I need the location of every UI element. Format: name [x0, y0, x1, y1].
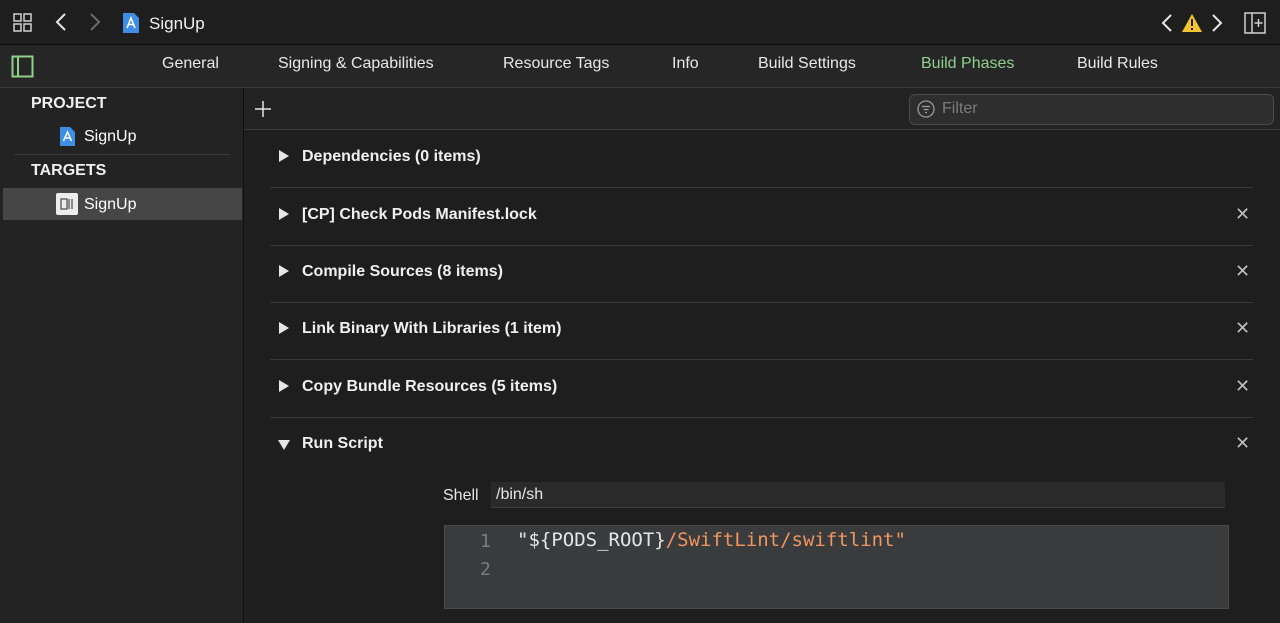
sidebar-toggle-icon[interactable] — [11, 55, 34, 78]
phase-dependencies[interactable]: Dependencies (0 items) — [270, 130, 1253, 188]
window-title: SignUp — [149, 14, 205, 33]
tab-build-phases[interactable]: Build Phases — [921, 55, 1014, 73]
filter-icon — [917, 100, 935, 118]
app-target-icon — [56, 193, 78, 215]
phase-title: [CP] Check Pods Manifest.lock — [302, 206, 537, 223]
phase-run-script[interactable]: Run Script ✕ — [270, 417, 1253, 474]
build-phases-editor: Filter Dependencies (0 items) [CP] Check… — [244, 88, 1280, 623]
disclosure-right-icon[interactable] — [279, 322, 289, 334]
grid-icon[interactable] — [13, 13, 33, 33]
close-icon[interactable]: ✕ — [1235, 204, 1250, 225]
close-icon[interactable]: ✕ — [1235, 261, 1250, 282]
phase-compile-sources[interactable]: Compile Sources (8 items) ✕ — [270, 245, 1253, 303]
editor-tab-bar: General Signing & Capabilities Resource … — [0, 45, 1280, 88]
tab-build-rules[interactable]: Build Rules — [1077, 55, 1158, 73]
project-file-icon — [123, 13, 139, 33]
warning-icon[interactable] — [1181, 13, 1203, 33]
close-icon[interactable]: ✕ — [1235, 433, 1250, 454]
shell-label: Shell — [443, 487, 479, 504]
phase-title: Run Script — [302, 435, 383, 452]
phases-toolbar: Filter — [244, 88, 1280, 130]
project-navigator: PROJECT SignUp TARGETS SignUp — [0, 88, 244, 623]
forward-arrow-icon[interactable] — [88, 12, 102, 32]
tab-general[interactable]: General — [162, 55, 219, 73]
sidebar-item-target[interactable]: SignUp — [3, 188, 242, 220]
project-file-icon — [60, 127, 75, 146]
shell-field[interactable]: /bin/sh — [491, 482, 1225, 508]
phase-title: Link Binary With Libraries (1 item) — [302, 320, 562, 337]
add-editor-icon[interactable] — [1244, 12, 1266, 34]
toolbar: SignUp — [0, 0, 1280, 45]
phase-title: Dependencies (0 items) — [302, 148, 481, 165]
add-icon[interactable] — [255, 101, 271, 117]
tab-info[interactable]: Info — [672, 55, 699, 73]
next-issue-icon[interactable] — [1210, 13, 1224, 33]
line-number: 1 — [480, 531, 491, 552]
line-number: 2 — [480, 559, 491, 580]
project-header: PROJECT — [31, 95, 107, 112]
disclosure-right-icon[interactable] — [279, 208, 289, 220]
script-line: "${PODS_ROOT}/SwiftLint/swiftlint" — [517, 529, 906, 551]
script-editor[interactable]: 1 2 "${PODS_ROOT}/SwiftLint/swiftlint" — [444, 525, 1229, 609]
phase-title: Compile Sources (8 items) — [302, 263, 503, 280]
phase-title: Copy Bundle Resources (5 items) — [302, 378, 558, 395]
disclosure-right-icon[interactable] — [279, 265, 289, 277]
phase-copy-bundle-resources[interactable]: Copy Bundle Resources (5 items) ✕ — [270, 360, 1253, 418]
code-variable: "${PODS_ROOT} — [517, 529, 666, 551]
sidebar-item-label: SignUp — [84, 128, 137, 145]
divider — [14, 154, 230, 155]
previous-issue-icon[interactable] — [1160, 13, 1174, 33]
filter-placeholder: Filter — [942, 100, 978, 117]
tab-resource-tags[interactable]: Resource Tags — [503, 55, 609, 73]
disclosure-down-icon[interactable] — [278, 440, 290, 450]
disclosure-right-icon[interactable] — [279, 150, 289, 162]
tab-build-settings[interactable]: Build Settings — [758, 55, 856, 73]
phase-link-binary[interactable]: Link Binary With Libraries (1 item) ✕ — [270, 302, 1253, 360]
back-arrow-icon[interactable] — [54, 12, 68, 32]
targets-header: TARGETS — [31, 162, 107, 179]
close-icon[interactable]: ✕ — [1235, 318, 1250, 339]
sidebar-item-project[interactable]: SignUp — [0, 122, 243, 152]
close-icon[interactable]: ✕ — [1235, 376, 1250, 397]
filter-field[interactable]: Filter — [909, 94, 1274, 125]
phase-check-pods-manifest[interactable]: [CP] Check Pods Manifest.lock ✕ — [270, 188, 1253, 246]
sidebar-item-label: SignUp — [84, 196, 137, 213]
code-string: /SwiftLint/swiftlint" — [665, 529, 906, 551]
disclosure-right-icon[interactable] — [279, 380, 289, 392]
shell-value: /bin/sh — [496, 486, 544, 503]
tab-signing-capabilities[interactable]: Signing & Capabilities — [278, 55, 434, 73]
